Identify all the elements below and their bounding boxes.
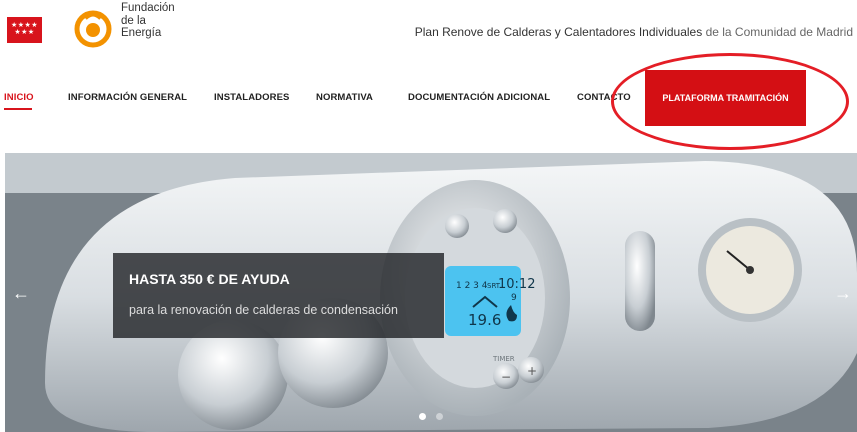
nav-item-contacto[interactable]: CONTACTO xyxy=(577,92,631,103)
hero-caption: HASTA 350 € DE AYUDA para la renovación … xyxy=(113,253,444,338)
arrow-left-icon[interactable]: ← xyxy=(12,283,30,304)
nav-item-instaladores[interactable]: INSTALADORES xyxy=(214,92,289,103)
hero-title: HASTA 350 € DE AYUDA xyxy=(129,271,290,287)
slide-dot[interactable] xyxy=(436,413,443,420)
nav-item-documentacion-adicional[interactable]: DOCUMENTACIÓN ADICIONAL xyxy=(408,92,550,103)
flame-button[interactable] xyxy=(493,209,517,233)
slide-dot-active[interactable] xyxy=(419,413,426,420)
hero-subtitle: para la renovación de calderas de conden… xyxy=(129,303,398,317)
stars-icon: ★★★★ ★★★ xyxy=(10,22,39,36)
display-room-temp: 19.6 xyxy=(468,311,501,329)
timer-minus-label: − xyxy=(501,370,511,384)
display-mode: 1 2 3 4 xyxy=(456,281,488,291)
display-set-temp: 9 xyxy=(511,293,517,303)
site-tagline: Plan Renove de Calderas y Calentadores I… xyxy=(414,25,853,39)
arrow-right-icon[interactable]: → xyxy=(834,283,852,304)
active-nav-indicator xyxy=(4,108,32,110)
nav-item-inicio[interactable]: INICIO xyxy=(4,92,34,103)
timer-plus-label: + xyxy=(527,364,537,378)
fundacion-energia-logo-icon[interactable] xyxy=(74,8,112,48)
side-switch[interactable] xyxy=(625,231,655,331)
site-header: ★★★★ ★★★ Fundación de la Energía Plan Ren… xyxy=(0,0,857,62)
nav-item-normativa[interactable]: NORMATIVA xyxy=(316,92,373,103)
display-time: 10:12 xyxy=(498,277,535,292)
foundation-name: Fundación de la Energía xyxy=(121,2,175,39)
nav-item-informacion-general[interactable]: INFORMACIÓN GENERAL xyxy=(68,92,187,103)
comunidad-madrid-logo[interactable]: ★★★★ ★★★ xyxy=(7,17,42,43)
plataforma-tramitacion-button[interactable]: PLATAFORMA TRAMITACIÓN xyxy=(645,70,806,126)
mode-button[interactable] xyxy=(445,214,469,238)
timer-label: TIMER xyxy=(492,355,515,363)
